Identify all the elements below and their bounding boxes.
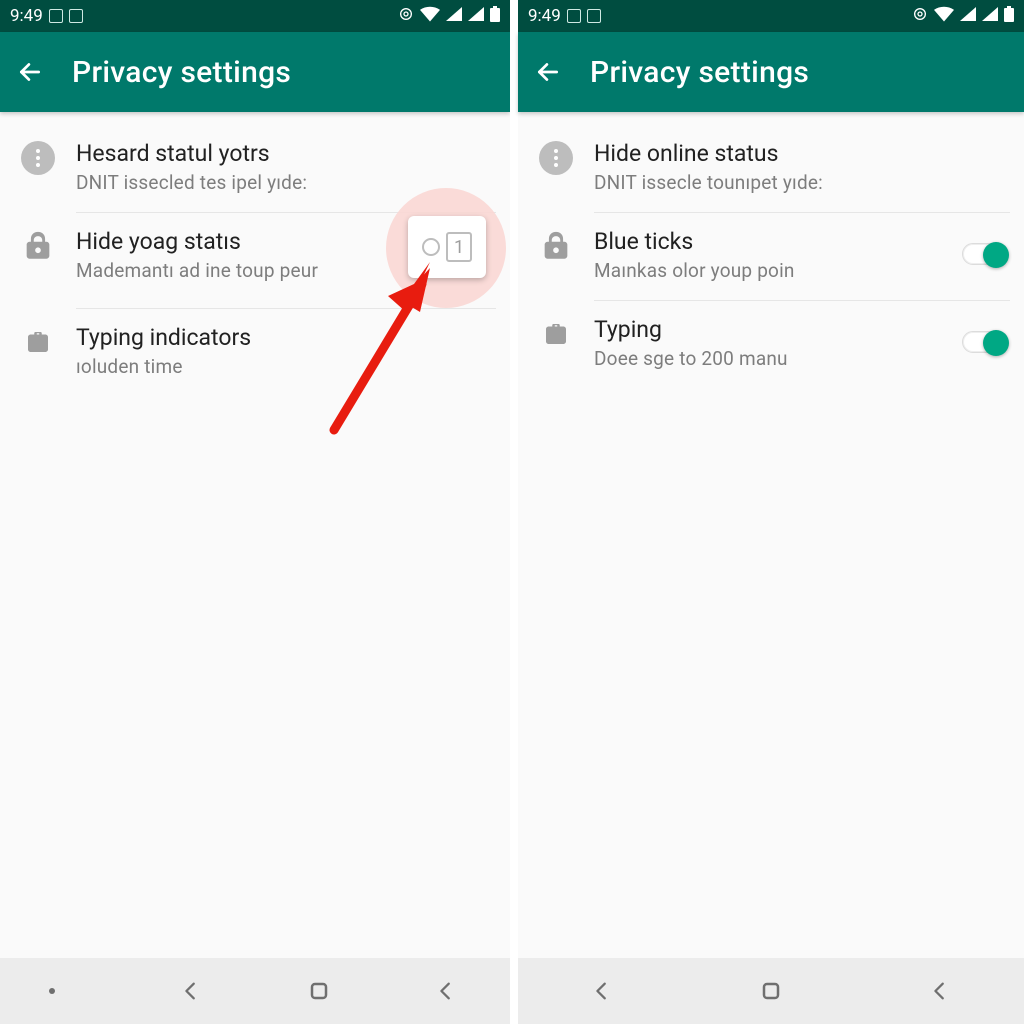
alarm-icon	[912, 6, 928, 27]
lock-icon	[536, 226, 576, 266]
row-subtitle: Maınkas olor youp poin	[594, 259, 962, 282]
alarm-icon	[398, 6, 414, 27]
row-title: Typing indicators	[76, 324, 494, 351]
app-bar: Privacy settings	[518, 32, 1024, 112]
phone-right: 9:49	[518, 0, 1024, 1024]
toggle-blue-ticks[interactable]	[962, 243, 1008, 265]
battery-icon	[1004, 6, 1014, 27]
nav-home-button[interactable]	[749, 969, 793, 1013]
phone-divider	[510, 0, 518, 1024]
toggle-typing[interactable]	[962, 331, 1008, 353]
row-subtitle: ıoluden time	[76, 355, 494, 378]
briefcase-icon	[536, 314, 576, 354]
lock-icon	[18, 226, 58, 266]
more-vert-icon	[18, 138, 58, 178]
signal-2-icon	[468, 6, 484, 26]
back-button[interactable]	[16, 58, 44, 86]
nav-back-button[interactable]	[580, 969, 624, 1013]
nav-back-button[interactable]	[169, 969, 213, 1013]
status-time: 9:49	[10, 6, 43, 26]
page-title: Privacy settings	[72, 55, 291, 90]
nav-bar	[0, 958, 510, 1024]
setting-row-online-status[interactable]: Hide online status DNIT issecle tounıpet…	[518, 124, 1024, 212]
nav-bar	[518, 958, 1024, 1024]
row-title: Blue ticks	[594, 228, 962, 255]
page-title: Privacy settings	[590, 55, 809, 90]
briefcase-icon	[18, 322, 58, 362]
more-vert-icon	[536, 138, 576, 178]
radio-icon	[422, 238, 440, 256]
status-indicator-1-icon	[567, 9, 581, 23]
wifi-icon	[420, 6, 440, 27]
setting-row-blue-ticks[interactable]: Blue ticks Maınkas olor youp poin	[518, 212, 1024, 300]
status-time: 9:49	[528, 6, 561, 26]
row-subtitle: DNIT issecle tounıpet yıde:	[594, 171, 1008, 194]
status-indicator-2-icon	[587, 9, 601, 23]
setting-row-typing[interactable]: Typing Doee sge to 200 manu	[518, 300, 1024, 388]
signal-icon	[960, 6, 976, 26]
app-bar: Privacy settings	[0, 32, 510, 112]
battery-icon	[490, 6, 500, 27]
row-subtitle: Doee sge to 200 manu	[594, 347, 962, 370]
signal-2-icon	[982, 6, 998, 26]
wifi-icon	[934, 6, 954, 27]
nav-home-button[interactable]	[297, 969, 341, 1013]
row-title: Typing	[594, 316, 962, 343]
nav-recents-button[interactable]	[918, 969, 962, 1013]
checkbox-value: 1	[446, 232, 472, 262]
status-bar: 9:49	[0, 0, 510, 32]
nav-recents-button[interactable]	[424, 969, 468, 1013]
setting-row-typing[interactable]: Typing indicators ıoluden time	[0, 308, 510, 396]
toggle-checkbox[interactable]: 1	[408, 216, 486, 278]
row-title: Hide online status	[594, 140, 1008, 167]
phone-left: 9:49	[0, 0, 510, 1024]
row-title: Hesard statul yotrs	[76, 140, 494, 167]
settings-list: Hide online status DNIT issecle tounıpet…	[518, 112, 1024, 388]
status-bar: 9:49	[518, 0, 1024, 32]
nav-menu-button[interactable]	[42, 969, 86, 1013]
status-indicator-1-icon	[49, 9, 63, 23]
status-indicator-2-icon	[69, 9, 83, 23]
signal-icon	[446, 6, 462, 26]
back-button[interactable]	[534, 58, 562, 86]
